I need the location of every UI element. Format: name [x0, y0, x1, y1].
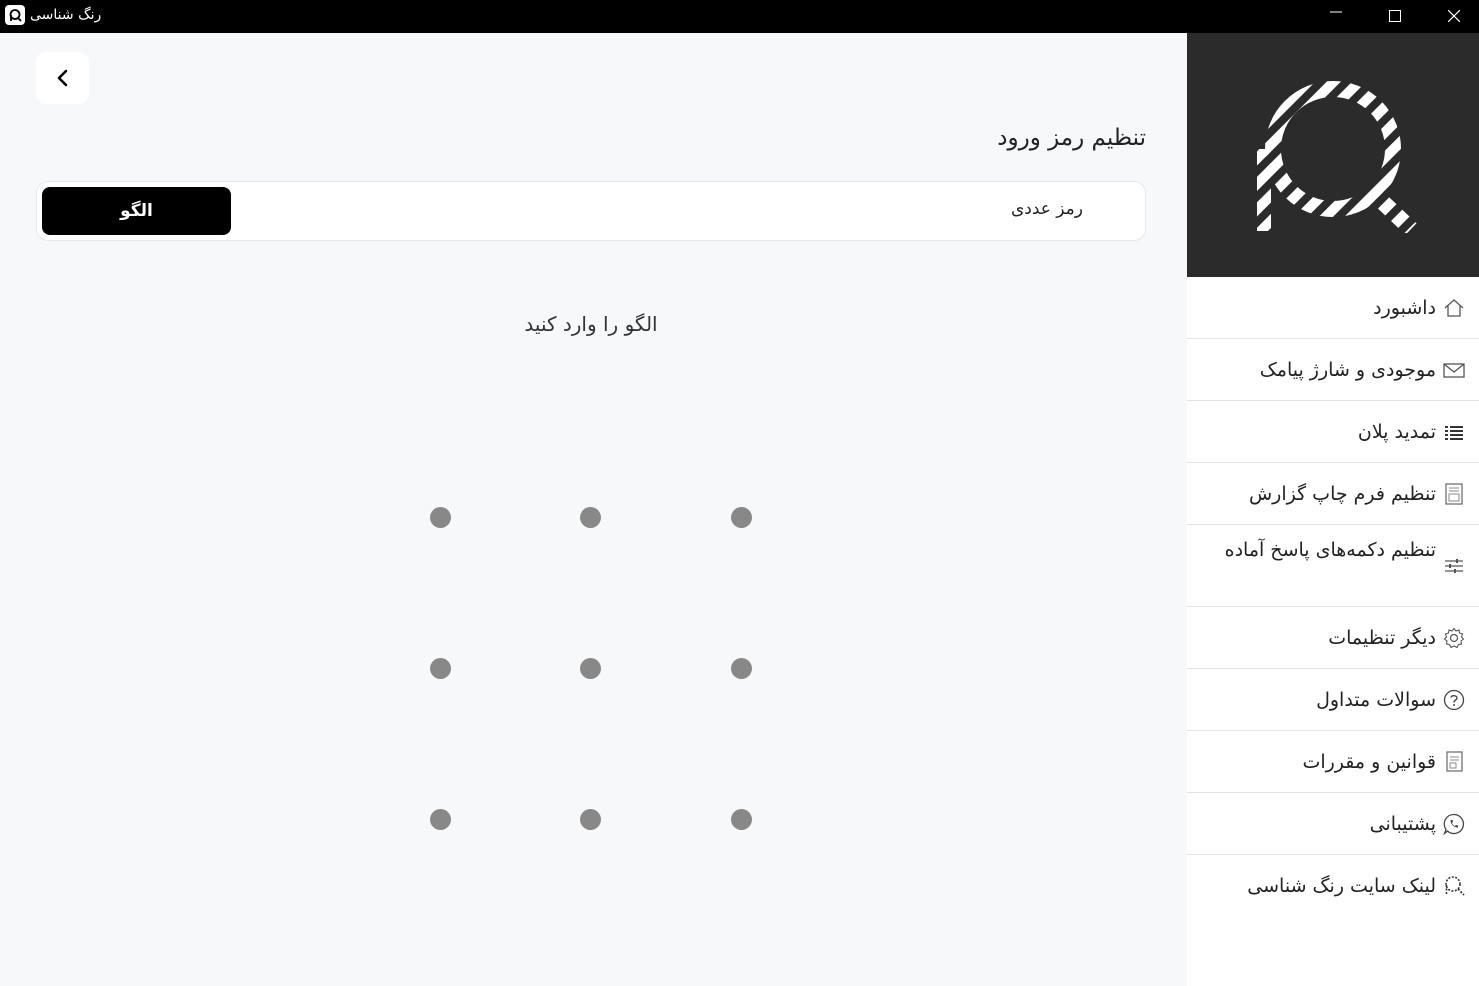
mail-icon [1443, 363, 1465, 378]
title-bar: رنگ شناسی [0, 0, 1479, 33]
sidebar-menu: داشبورد موجودی و شارژ پیامک تمدید پلان ت… [1187, 277, 1479, 917]
home-icon [1444, 299, 1464, 317]
sidebar-item-print-form[interactable]: تنظیم فرم چاپ گزارش [1187, 463, 1479, 525]
sidebar-item-other-settings[interactable]: دیگر تنظیمات [1187, 607, 1479, 669]
back-button[interactable] [36, 52, 89, 104]
pattern-dot[interactable] [580, 507, 601, 528]
sidebar-item-label: لینک سایت رنگ شناسی [1247, 875, 1436, 897]
close-button[interactable] [1431, 0, 1477, 33]
tab-pattern[interactable]: الگو [42, 187, 231, 235]
pattern-dot[interactable] [580, 658, 601, 679]
rules-icon [1446, 751, 1463, 772]
tab-numeric-password[interactable]: رمز عددی [1011, 199, 1083, 219]
document-icon [1445, 483, 1463, 505]
sidebar-item-label: قوانین و مقررات [1302, 751, 1436, 773]
question-icon [1443, 689, 1465, 711]
gear-icon [1443, 627, 1465, 649]
pattern-dot[interactable] [731, 507, 752, 528]
pattern-dot[interactable] [731, 658, 752, 679]
sidebar-item-label: تنظیم فرم چاپ گزارش [1248, 483, 1436, 505]
sidebar-item-sms-balance[interactable]: موجودی و شارژ پیامک [1187, 339, 1479, 401]
brand-logo-icon [1257, 81, 1417, 233]
pattern-dot[interactable] [580, 809, 601, 830]
pattern-dot[interactable] [430, 658, 451, 679]
app-logo-icon [5, 5, 25, 25]
sidebar-item-label: سوالات متداول [1316, 689, 1436, 711]
pattern-dot[interactable] [430, 507, 451, 528]
whatsapp-icon [1443, 813, 1465, 835]
pattern-prompt: الگو را وارد کنید [524, 312, 658, 336]
minimize-button[interactable] [1313, 0, 1359, 33]
brand-logo [1187, 33, 1479, 277]
sidebar-item-dashboard[interactable]: داشبورد [1187, 277, 1479, 339]
sliders-icon [1445, 559, 1463, 573]
pattern-dot[interactable] [430, 809, 451, 830]
chevron-left-icon [57, 69, 68, 87]
main-content: تنظیم رمز ورود رمز عددی الگو الگو را وار… [0, 33, 1187, 986]
window-title: رنگ شناسی [30, 7, 102, 23]
pattern-lock-grid[interactable] [420, 497, 762, 839]
sidebar-item-renew-plan[interactable]: تمدید پلان [1187, 401, 1479, 463]
sidebar-item-label: تنظیم دکمه‌های پاسخ آماده [1224, 539, 1436, 561]
sidebar-item-website-link[interactable]: لینک سایت رنگ شناسی [1187, 855, 1479, 917]
maximize-button[interactable] [1372, 0, 1418, 33]
sidebar-item-label: تمدید پلان [1357, 421, 1436, 443]
list-icon [1445, 426, 1463, 440]
pattern-dot[interactable] [731, 809, 752, 830]
sidebar: داشبورد موجودی و شارژ پیامک تمدید پلان ت… [1187, 33, 1479, 986]
sidebar-item-rules[interactable]: قوانین و مقررات [1187, 731, 1479, 793]
sidebar-item-label: پشتیبانی [1369, 813, 1436, 835]
sidebar-item-support[interactable]: پشتیبانی [1187, 793, 1479, 855]
sidebar-item-quick-replies[interactable]: تنظیم دکمه‌های پاسخ آماده [1187, 525, 1479, 607]
sidebar-item-label: موجودی و شارژ پیامک [1259, 359, 1436, 381]
page-title: تنظیم رمز ورود [997, 125, 1146, 151]
link-logo-icon [1445, 876, 1465, 896]
password-type-toggle: رمز عددی الگو [36, 181, 1146, 241]
sidebar-item-label: داشبورد [1373, 297, 1436, 319]
sidebar-item-label: دیگر تنظیمات [1328, 627, 1436, 649]
sidebar-item-faq[interactable]: سوالات متداول [1187, 669, 1479, 731]
